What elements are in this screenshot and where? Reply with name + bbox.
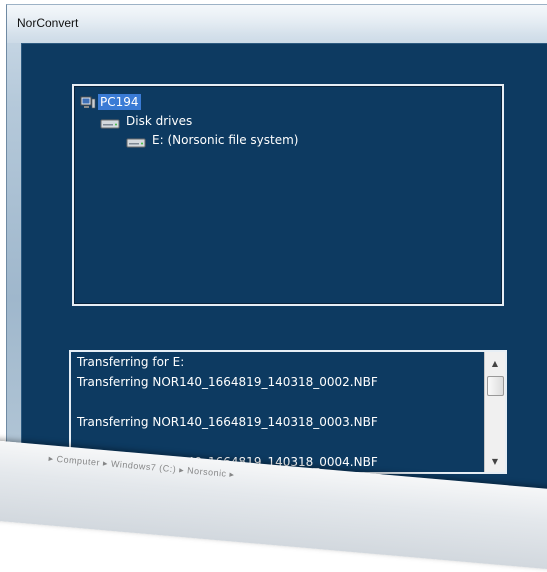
scroll-down-button[interactable]: ▼ [485,452,505,470]
tree-label-disk-drives: Disk drives [126,114,193,128]
norconvert-window: NorConvert PC194 Disk drives E: (Norsoni… [6,4,547,494]
client-area: PC194 Disk drives E: (Norsonic file syst… [21,43,547,494]
device-tree[interactable]: PC194 Disk drives E: (Norsonic file syst… [72,84,504,306]
log-scrollbar[interactable]: ▲ ▼ [484,352,505,472]
tree-item-disk-drives[interactable]: Disk drives [100,113,194,129]
tree-label-pc: PC194 [98,94,141,110]
computer-icon [80,95,96,109]
log-line: Transferring NOR140_1664819_140318_0003.… [77,415,378,429]
window-title: NorConvert [17,16,79,30]
tree-item-pc[interactable]: PC194 [80,94,141,110]
disk-drive-icon [100,115,120,129]
title-bar[interactable]: NorConvert [7,5,547,43]
scroll-down-arrow-icon: ▼ [491,456,499,466]
scroll-up-arrow-icon: ▲ [491,358,499,368]
scroll-up-button[interactable]: ▲ [485,354,505,372]
tree-item-drive-e[interactable]: E: (Norsonic file system) [126,132,300,148]
log-line: Transferring NOR140_1664819_140318_0002.… [77,375,378,389]
tree-label-drive-e: E: (Norsonic file system) [152,133,299,147]
disk-drive-icon [126,134,146,148]
log-line: Transferring for E: [77,355,185,369]
scroll-thumb[interactable] [487,376,504,396]
